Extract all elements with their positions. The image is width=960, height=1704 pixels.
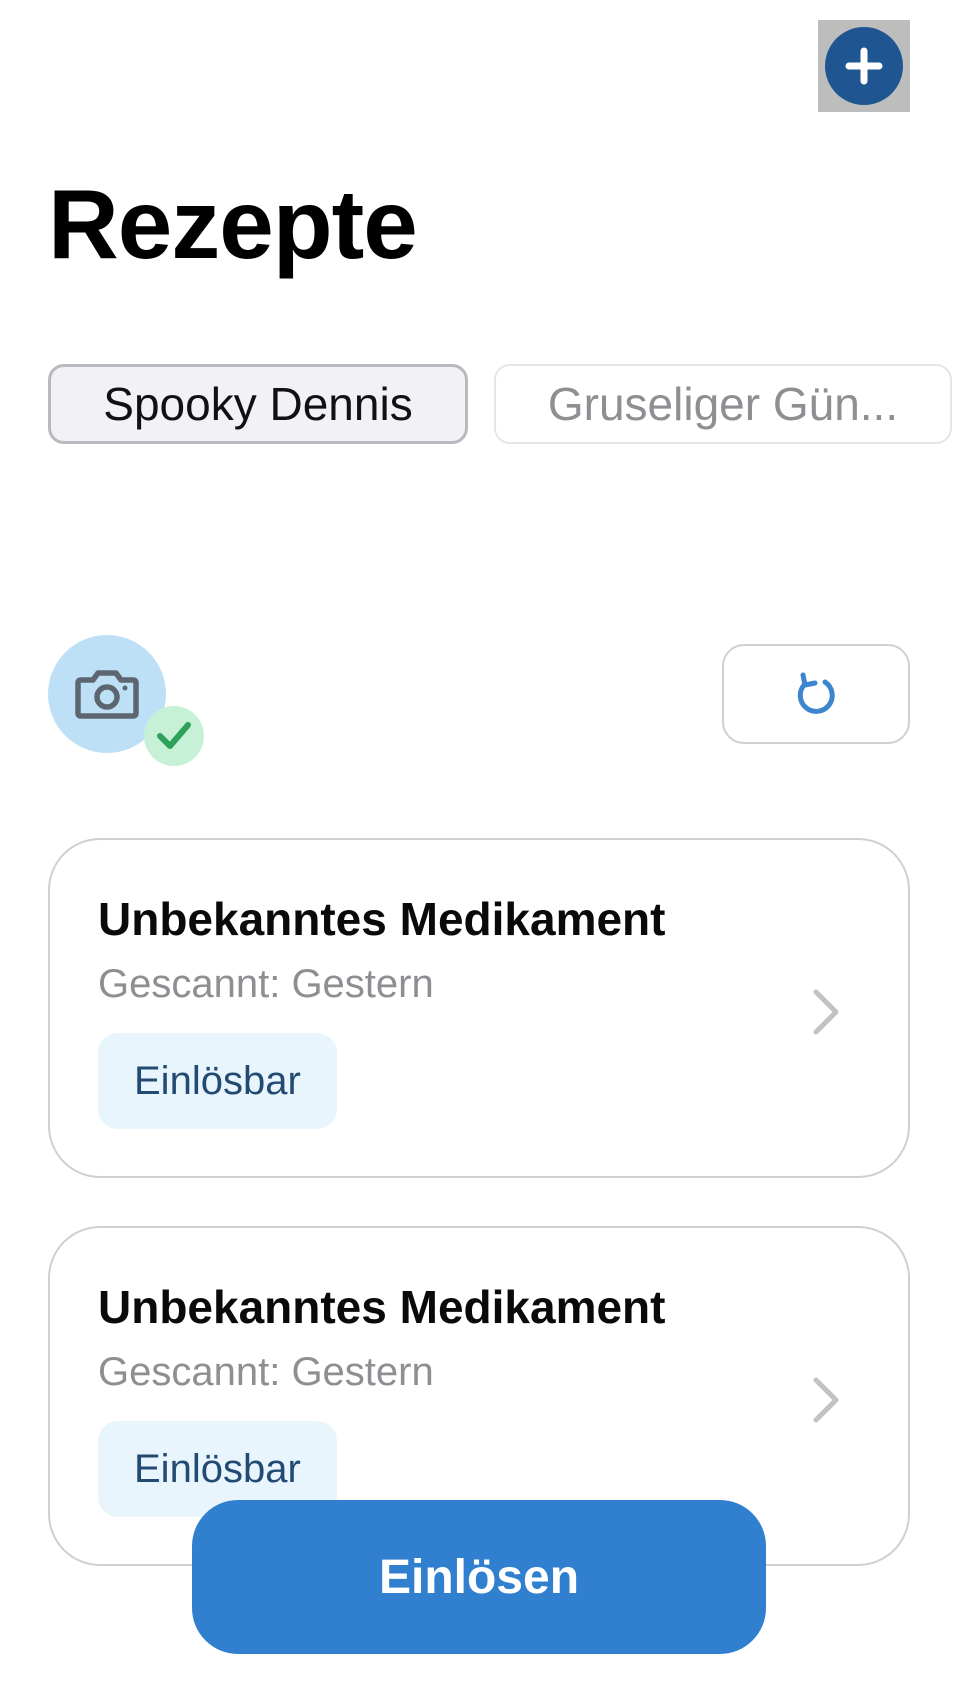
prescription-card[interactable]: Unbekanntes Medikament Gescannt: Gestern…	[48, 838, 910, 1178]
status-badge: Einlösbar	[98, 1033, 337, 1129]
prescription-scan-date: Gescannt: Gestern	[98, 962, 434, 1006]
profile-tab-selected[interactable]: Spooky Dennis	[48, 364, 468, 444]
refresh-icon	[797, 672, 835, 714]
camera-icon	[75, 670, 139, 719]
add-button-area[interactable]	[818, 20, 910, 112]
chevron-right-icon	[813, 989, 839, 1035]
add-button[interactable]	[825, 27, 903, 105]
prescription-scan-date: Gescannt: Gestern	[98, 1350, 434, 1394]
prescription-title: Unbekanntes Medikament	[98, 893, 666, 945]
scan-status-badge	[144, 706, 204, 766]
plus-icon	[845, 47, 883, 85]
profile-tab[interactable]: Gruseliger Gün...	[494, 364, 952, 444]
refresh-button[interactable]	[722, 644, 910, 744]
chevron-right-icon	[813, 1377, 839, 1423]
checkmark-icon	[157, 722, 191, 749]
page-title: Rezepte	[48, 169, 418, 279]
prescription-title: Unbekanntes Medikament	[98, 1281, 666, 1333]
redeem-button[interactable]: Einlösen	[192, 1500, 766, 1654]
